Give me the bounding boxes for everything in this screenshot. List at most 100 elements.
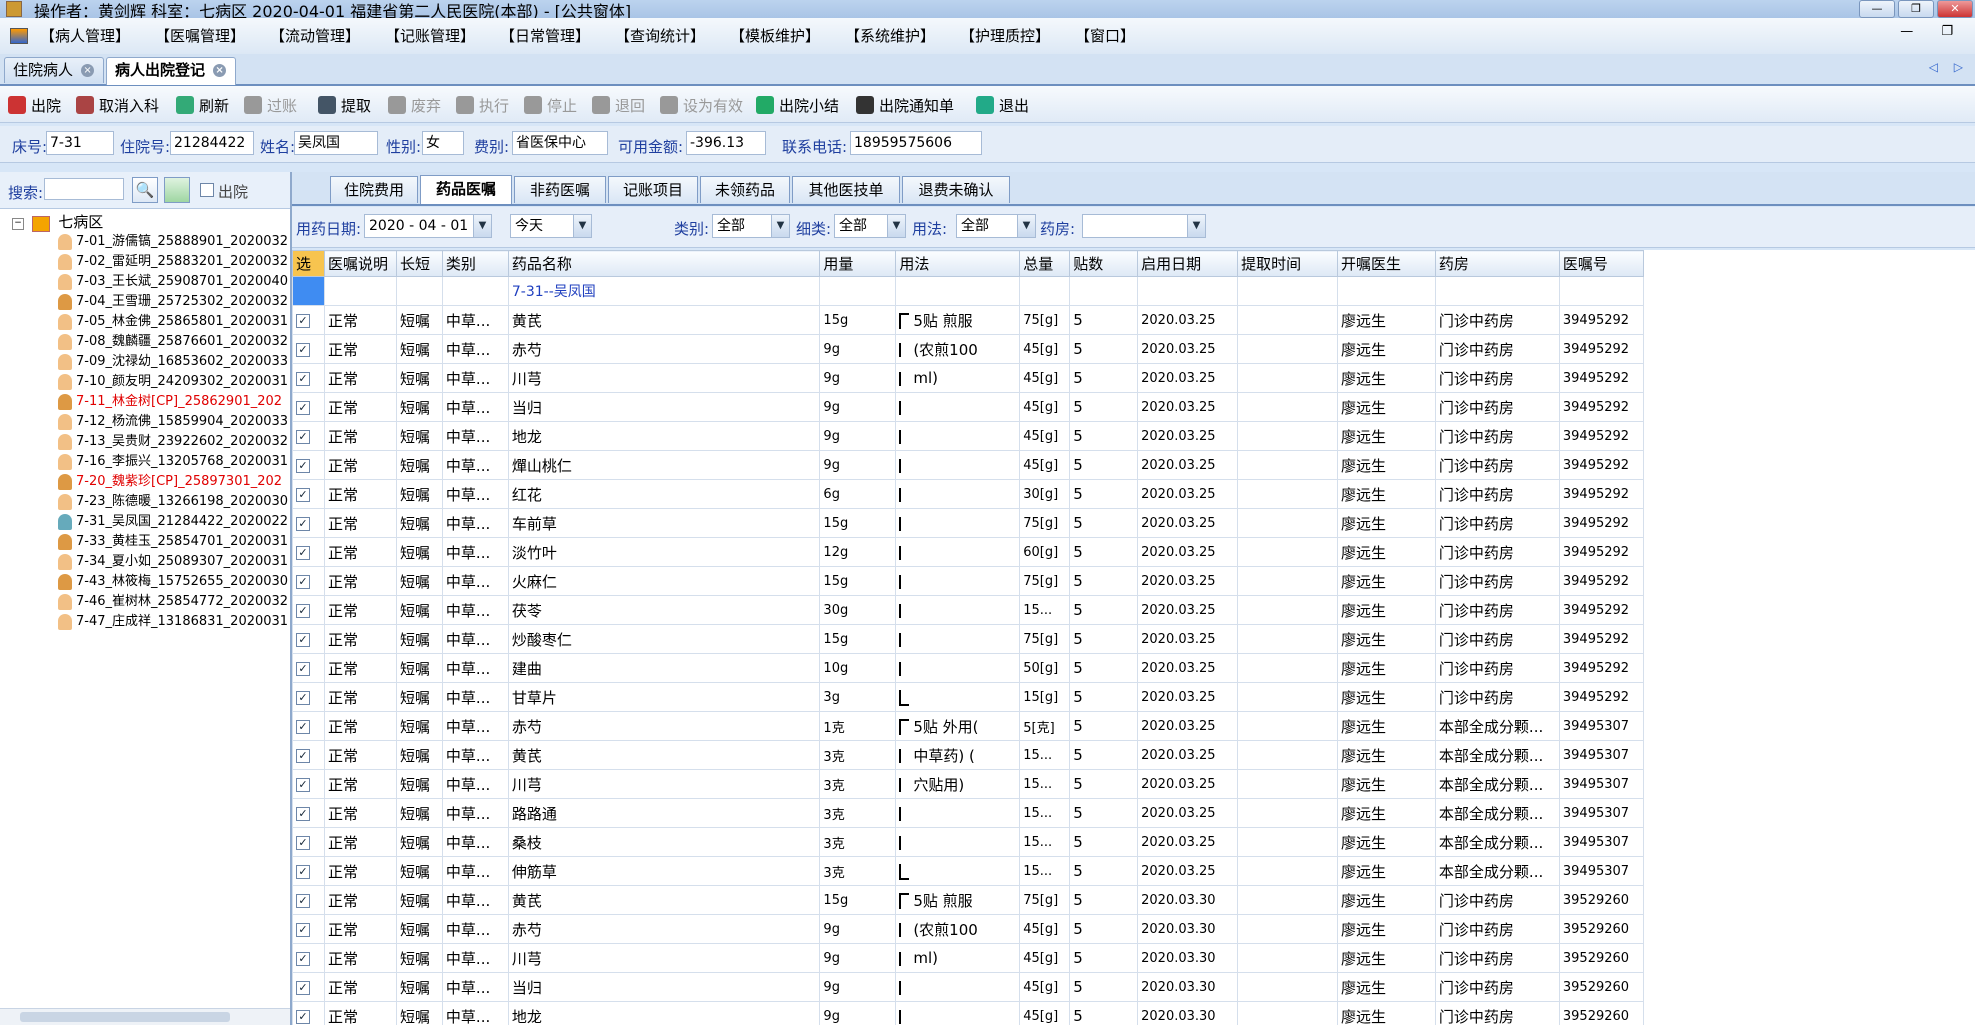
patient-node[interactable]: 7-11_林金树[CP]_25862901_202 [58, 392, 282, 412]
fee-type-field[interactable]: 省医保中心 [512, 131, 608, 155]
subtab-4[interactable]: 未领药品 [700, 176, 790, 203]
column-header[interactable]: 用量 [819, 250, 897, 277]
patient-node[interactable]: 7-33_黄桂玉_25854701_2020031 [58, 532, 288, 552]
row-checkbox[interactable]: ✓ [296, 661, 310, 676]
table-row[interactable]: ✓ 正常 短嘱 中草... 燀山桃仁 9g 45[g] 5 2020.03.25 廖远生 门诊中药房… [292, 450, 1644, 480]
range-select[interactable]: 今天 ▼ [510, 214, 592, 238]
chevron-down-icon[interactable]: ▼ [473, 215, 491, 237]
select-cell[interactable]: ✓ [292, 537, 325, 567]
table-row[interactable]: ✓ 正常 短嘱 中草... 黄芪 15g 5贴 煎服 75[g] 5 2020.03.25 廖远生门… [292, 305, 1644, 335]
search-input[interactable] [44, 178, 124, 200]
select-cell[interactable]: ✓ [292, 479, 325, 509]
row-checkbox[interactable]: ✓ [296, 400, 310, 415]
patient-node[interactable]: 7-16_李振兴_13205768_2020031 [58, 452, 288, 472]
menu-item-3[interactable]: 【记账管理】 [385, 25, 500, 46]
select-cell[interactable]: ✓ [292, 450, 325, 480]
select-cell[interactable]: ✓ [292, 334, 325, 364]
phone-field[interactable]: 18959575606 [850, 131, 982, 155]
menu-item-9[interactable]: 【窗口】 [1075, 25, 1190, 46]
toolbar-button-7[interactable]: 停止 [524, 94, 577, 116]
select-cell[interactable]: ✓ [292, 827, 325, 857]
inpatient-no-field[interactable]: 21284422 [170, 131, 254, 155]
patient-node[interactable]: 7-47_庄成祥_13186831_2020031 [58, 612, 288, 632]
row-checkbox[interactable]: ✓ [296, 458, 310, 473]
patient-node[interactable]: 7-08_魏麟疆_25876601_2020032 [58, 332, 288, 352]
table-row[interactable]: ✓ 正常 短嘱 中草... 赤芍 1克 5贴 外用(5[克] 5 2020.03.25 廖远生 本部… [292, 711, 1644, 741]
menu-item-8[interactable]: 【护理质控】 [960, 25, 1075, 46]
collapse-icon[interactable]: − [12, 217, 24, 230]
chevron-down-icon[interactable]: ▼ [771, 215, 789, 237]
select-cell[interactable]: ✓ [292, 885, 325, 915]
usage-select[interactable]: 全部 ▼ [956, 214, 1036, 238]
patient-node[interactable]: 7-10_颜友明_24209302_2020031 [58, 372, 288, 392]
menu-item-2[interactable]: 【流动管理】 [270, 25, 385, 46]
row-checkbox[interactable]: ✓ [296, 545, 310, 560]
patient-node[interactable]: 7-04_王雪珊_25725302_2020032 [58, 292, 288, 312]
select-cell[interactable]: ✓ [292, 914, 325, 944]
close-icon[interactable]: × [213, 64, 227, 77]
row-checkbox[interactable]: ✓ [296, 342, 310, 357]
patient-node[interactable]: 7-31_吴凤国_21284422_2020022 [58, 512, 288, 532]
mdi-window-icon[interactable] [10, 28, 28, 44]
subtab-6[interactable]: 退费未确认 [902, 176, 1010, 203]
table-row[interactable]: ✓ 正常 短嘱 中草... 伸筋草 3克 15... 5 2020.03.25 廖远生 本部全成分颗… [292, 856, 1644, 886]
patient-node[interactable]: 7-09_沈禄幼_16853602_2020033 [58, 352, 288, 372]
column-header[interactable]: 长短 [395, 250, 443, 277]
balance-field[interactable]: -396.13 [686, 131, 766, 155]
select-cell[interactable]: ✓ [292, 566, 325, 596]
toolbar-button-9[interactable]: 设为有效 [660, 94, 743, 116]
select-cell[interactable]: ✓ [292, 653, 325, 683]
select-cell[interactable]: ✓ [292, 1001, 325, 1025]
table-row[interactable]: ✓ 正常 短嘱 中草... 路路通 3克 15... 5 2020.03.25 廖远生 本部全成分颗… [292, 798, 1644, 828]
row-checkbox[interactable]: ✓ [296, 313, 310, 328]
patient-node[interactable]: 7-01_游儒镐_25888901_2020032 [58, 232, 288, 252]
menu-item-6[interactable]: 【模板维护】 [730, 25, 845, 46]
table-row[interactable]: ✓ 正常 短嘱 中草... 桑枝 3克 15... 5 2020.03.25 廖远生 本部全成分颗.… [292, 827, 1644, 857]
menu-item-1[interactable]: 【医嘱管理】 [155, 25, 270, 46]
discharged-checkbox[interactable] [200, 183, 214, 197]
menu-item-0[interactable]: 【病人管理】 [40, 25, 155, 46]
column-header[interactable]: 选 [292, 250, 325, 277]
patient-node[interactable]: 7-46_崔树林_25854772_2020032 [58, 592, 288, 612]
table-row[interactable]: ✓ 正常 短嘱 中草... 茯苓 30g 15... 5 2020.03.25 廖远生 门诊中药房 3… [292, 595, 1644, 625]
gender-field[interactable]: 女 [422, 131, 464, 155]
toolbar-button-0[interactable]: 出院 [8, 94, 61, 116]
row-checkbox[interactable]: ✓ [296, 893, 310, 908]
toolbar-button-3[interactable]: 过账 [244, 94, 297, 116]
column-header[interactable]: 贴数 [1069, 250, 1139, 277]
horizontal-scrollbar[interactable] [0, 1008, 290, 1025]
select-cell[interactable]: ✓ [292, 624, 325, 654]
table-row[interactable]: ✓ 正常 短嘱 中草... 黄芪 3克 中草药) (15... 5 2020.03.25 廖远生本… [292, 740, 1644, 770]
date-picker[interactable]: 2020 - 04 - 01 ▼ [364, 214, 492, 238]
refresh-list-icon[interactable] [164, 177, 190, 203]
patient-node[interactable]: 7-23_陈德暖_13266198_2020030 [58, 492, 288, 512]
table-row[interactable]: ✓ 正常 短嘱 中草... 车前草 15g 75[g] 5 2020.03.25 廖远生 门诊中药房… [292, 508, 1644, 538]
select-cell[interactable]: ✓ [292, 682, 325, 712]
column-header[interactable]: 开嘱医生 [1337, 250, 1436, 277]
column-header[interactable]: 总量 [1019, 250, 1071, 277]
minimize-button[interactable]: — [1859, 0, 1895, 18]
select-cell[interactable]: ✓ [292, 595, 325, 625]
column-header[interactable]: 医嘱说明 [323, 250, 397, 277]
tab-inpatients[interactable]: 住院病人 × [4, 57, 104, 83]
bed-field[interactable]: 7-31 [46, 131, 114, 155]
column-header[interactable]: 医嘱号 [1558, 250, 1644, 277]
table-row[interactable]: ✓ 正常 短嘱 中草... 川芎 3克 穴贴用) 15... 5 2020.03.25 廖远生 本部全… [292, 769, 1644, 799]
table-row[interactable]: ✓ 正常 短嘱 中草... 地龙 9g 45[g] 5 2020.03.30 廖远生 门诊中药房 39… [292, 1001, 1644, 1025]
table-row[interactable]: ✓ 正常 短嘱 中草... 赤芍 9g (农煎100 45[g] 5 2020.03.25 廖远生门… [292, 334, 1644, 364]
subcategory-select[interactable]: 全部 ▼ [834, 214, 906, 238]
menu-item-7[interactable]: 【系统维护】 [845, 25, 960, 46]
row-checkbox[interactable]: ✓ [296, 719, 310, 734]
patient-node[interactable]: 7-34_夏小如_25089307_2020031 [58, 552, 288, 572]
chevron-down-icon[interactable]: ▼ [1017, 215, 1035, 237]
toolbar-button-10[interactable]: 出院小结 [756, 94, 839, 116]
row-checkbox[interactable]: ✓ [296, 1009, 310, 1024]
subtab-3[interactable]: 记账项目 [608, 176, 698, 203]
subtab-0[interactable]: 住院费用 [330, 176, 418, 203]
menu-item-4[interactable]: 【日常管理】 [500, 25, 615, 46]
tab-discharge-registration[interactable]: 病人出院登记 × [106, 57, 236, 85]
row-checkbox[interactable]: ✓ [296, 864, 310, 879]
table-row[interactable]: ✓ 正常 短嘱 中草... 川芎 9g ml) 45[g] 5 2020.03.30 廖远生 门诊中药… [292, 943, 1644, 973]
mdi-child-controls[interactable]: — ❐ [1900, 24, 1965, 39]
select-cell[interactable]: ✓ [292, 972, 325, 1002]
